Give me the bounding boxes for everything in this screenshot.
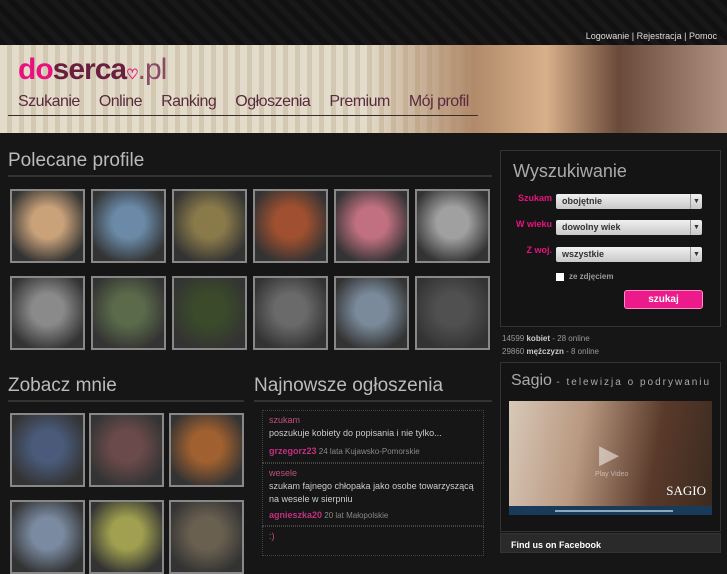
play-label: Play Video [595,471,629,478]
login-link[interactable]: Logowanie [586,31,630,41]
field-label: W wieku [515,219,552,229]
profile-thumbnail[interactable] [253,276,328,350]
facebook-box: Find us on Facebook [500,533,721,553]
stat-women: 14599 kobiet - 28 online [502,334,590,343]
seek-bar[interactable] [555,510,673,512]
profile-thumbnail[interactable] [89,413,164,487]
ad-info: 24 lata Kujawsko-Pomorskie [318,447,420,456]
profile-thumbnail[interactable] [10,413,85,487]
checkbox-label: ze zdjęciem [569,272,614,281]
ad-user[interactable]: grzegorz23 [269,446,317,456]
ad-item[interactable]: :) [262,526,484,556]
search-title: Wyszukiwanie [513,161,627,181]
field-label: Szukam [517,193,552,203]
profile-thumbnail[interactable] [415,189,490,263]
profile-thumbnail[interactable] [10,276,85,350]
chevron-down-icon: ▼ [690,247,702,262]
nav-ranking[interactable]: Ranking [161,93,217,111]
stat-men: 29860 mężczyzn - 8 online [502,347,599,356]
see-me-title: Zobacz mnie [8,375,117,396]
profile-thumbnail[interactable] [334,276,409,350]
profile-thumbnail[interactable] [10,189,85,263]
field-label: Z woj. [526,245,553,255]
top-bar: Logowanie | Rejestracja | Pomoc [0,0,727,45]
profile-thumbnail[interactable] [172,276,247,350]
gender-select[interactable]: obojętnie ▼ [556,194,702,209]
sagio-title: Sagio - telewizja o podrywaniu [511,372,712,389]
ad-title[interactable]: wesele [269,468,477,478]
nav-ads[interactable]: Ogłoszenia [235,93,311,111]
play-icon[interactable]: ▶ [599,439,619,470]
profile-thumbnail[interactable] [172,189,247,263]
nav-my-profile[interactable]: Mój profil [409,93,469,111]
sagio-panel: Sagio - telewizja o podrywaniu ▶ Play Vi… [500,362,721,532]
hero-image [365,45,727,133]
profile-thumbnail[interactable] [89,500,164,574]
facebook-title: Find us on Facebook [511,540,602,550]
profile-thumbnail[interactable] [91,276,166,350]
profile-thumbnail[interactable] [91,189,166,263]
divider [8,400,244,402]
ad-item[interactable]: szukam poszukuje kobiety do popisania i … [262,410,484,463]
help-link[interactable]: Pomoc [689,31,717,41]
top-links: Logowanie | Rejestracja | Pomoc [585,31,717,41]
profile-thumbnail[interactable] [253,189,328,263]
logo[interactable]: doserca♡.pl [18,53,167,87]
profile-thumbnail[interactable] [169,413,244,487]
ad-title[interactable]: :) [269,531,477,541]
ad-info: 20 lat Małopolskie [324,511,389,520]
featured-title: Polecane profile [8,150,145,171]
chevron-down-icon: ▼ [690,194,702,209]
ad-text: szukam fajnego chłopaka jako osobe towar… [269,481,474,504]
ads-title: Najnowsze ogłoszenia [254,375,444,396]
ad-item[interactable]: wesele szukam fajnego chłopaka jako osob… [262,463,484,526]
divider [8,175,492,177]
main-nav: Szukanie Online Ranking Ogłoszenia Premi… [18,93,488,111]
profile-thumbnail[interactable] [10,500,85,574]
profile-thumbnail[interactable] [415,276,490,350]
photo-checkbox[interactable] [556,273,564,281]
ad-user[interactable]: agnieszka20 [269,510,322,520]
nav-search[interactable]: Szukanie [18,93,80,111]
ad-text: poszukuje kobiety do popisania i nie tyl… [269,428,442,438]
nav-premium[interactable]: Premium [329,93,390,111]
profile-thumbnail[interactable] [334,189,409,263]
ad-title[interactable]: szukam [269,415,477,425]
region-select[interactable]: wszystkie ▼ [556,247,702,262]
video-controls[interactable] [509,506,712,515]
register-link[interactable]: Rejestracja [637,31,682,41]
video-player[interactable]: ▶ Play Video SAGIO [509,401,712,515]
profile-thumbnail[interactable] [169,500,244,574]
search-button[interactable]: szukaj [624,290,703,309]
sagio-logo: SAGIO [666,483,706,498]
divider [8,115,478,116]
chevron-down-icon: ▼ [690,220,702,235]
header: doserca♡.pl Szukanie Online Ranking Ogło… [0,45,727,133]
age-select[interactable]: dowolny wiek ▼ [556,220,702,235]
nav-online[interactable]: Online [99,93,143,111]
divider [254,400,492,402]
